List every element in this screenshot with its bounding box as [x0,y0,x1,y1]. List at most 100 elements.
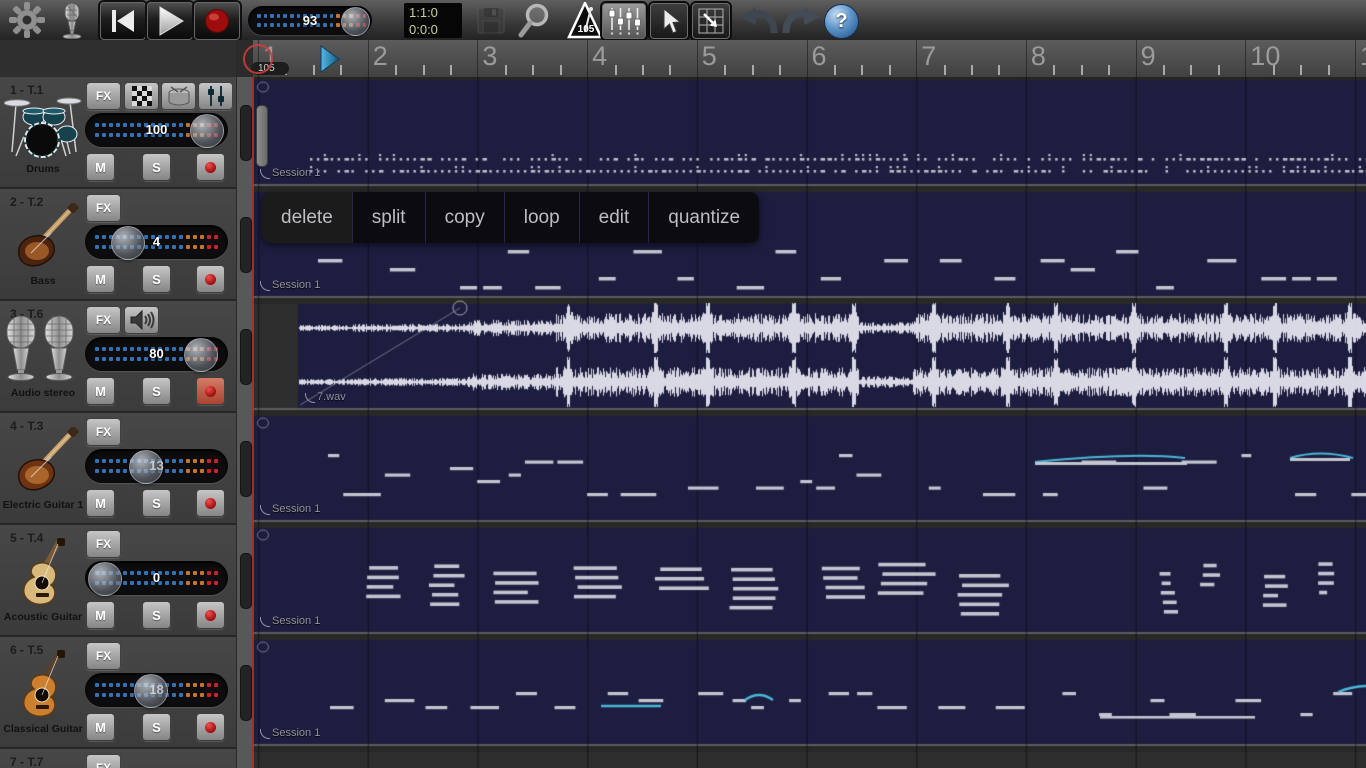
edit-cursor-line[interactable] [252,77,254,768]
timeline-ruler[interactable]: 1234567891011 [253,40,1366,78]
track-scroll-handle[interactable] [240,329,252,385]
clip-label-text: Session 1 [272,727,320,739]
fx-button[interactable]: FX [86,642,121,670]
solo-button[interactable]: S [142,489,171,517]
settings-gear-icon[interactable] [6,1,48,39]
solo-button[interactable]: S [142,601,171,629]
fx-button[interactable]: FX [86,418,121,446]
rewind-button[interactable] [100,2,146,40]
track-row-5[interactable]: 5 - T.4 Acoustic Guitar FX 0 M S [0,525,236,637]
help-button[interactable]: ? [824,4,859,39]
record-arm-button[interactable] [196,153,225,181]
redo-button[interactable] [781,4,823,36]
pattern-grid-button[interactable] [124,82,159,110]
track-row-6[interactable]: 6 - T.5 Classical Guitar FX 18 M S [0,637,236,749]
track-volume-slider[interactable]: 4 [85,225,228,259]
record-arm-button[interactable] [196,377,225,405]
track-row-7[interactable]: 7 - T.7 FX [0,749,236,768]
track-volume-knob[interactable] [134,674,168,708]
record-arm-button[interactable] [196,265,225,293]
arrange-area[interactable]: Session 1 Session 1 7.wav Session 1 Sess… [253,77,1366,768]
master-volume-knob[interactable] [341,7,370,36]
track-row-1[interactable]: 1 - T.1 Drums FX 100 M S [0,77,236,189]
mixer-button[interactable] [602,3,646,39]
fx-button[interactable]: FX [86,82,121,110]
mute-button[interactable]: M [86,601,115,629]
master-volume-slider[interactable]: 93 [248,6,372,35]
solo-button[interactable]: S [142,377,171,405]
cursor-tool-button[interactable] [650,3,688,39]
menu-item-copy[interactable]: copy [426,192,505,243]
undo-button[interactable] [737,4,779,36]
menu-item-quantize[interactable]: quantize [649,192,759,243]
track-volume-slider[interactable]: 18 [85,673,228,707]
track-volume-slider[interactable]: 100 [85,113,228,147]
track-scroll-handle[interactable] [240,441,252,497]
track-instrument-image [2,541,84,609]
vertical-scrollbar-thumb[interactable] [256,105,268,167]
track-scroll-handle[interactable] [240,105,252,161]
track-volume-knob[interactable] [111,226,145,260]
mute-button[interactable]: M [86,489,115,517]
speaker-button[interactable] [124,306,159,334]
track-scroll-handle[interactable] [240,217,252,273]
mute-button[interactable]: M [86,265,115,293]
ruler-tick [998,65,1000,75]
menu-item-edit[interactable]: edit [580,192,650,243]
record-arm-button[interactable] [196,713,225,741]
track-volume-knob[interactable] [129,450,163,484]
save-button[interactable] [474,6,508,35]
track-volume-knob[interactable] [190,114,224,148]
menu-item-split[interactable]: split [353,192,426,243]
grid-select-tool-button[interactable] [692,3,730,39]
clip-label-curve-icon [260,505,270,515]
play-cursor[interactable] [320,45,340,78]
timeline-clip-track4[interactable] [253,416,1366,520]
track-volume-slider[interactable]: 13 [85,449,228,483]
bar-number: 11 [1360,41,1366,72]
solo-button[interactable]: S [142,713,171,741]
record-arm-button[interactable] [196,489,225,517]
timeline-clip-track3[interactable] [253,304,1366,408]
solo-button[interactable]: S [142,265,171,293]
play-button[interactable] [147,2,193,40]
record-arm-button[interactable] [196,601,225,629]
track-instrument-image [2,317,84,385]
track-volume-knob[interactable] [88,562,122,596]
bar-line [916,40,917,77]
timeline-clip-track5[interactable] [253,528,1366,632]
track-volume-slider[interactable]: 0 [85,561,228,595]
track-volume-knob[interactable] [184,338,218,372]
time-display: 1:1:0 0:0:0 [404,3,462,38]
ruler-tick [724,65,726,75]
mute-button[interactable]: M [86,153,115,181]
track-row-3[interactable]: 3 - T.6 Audio stereo FX 80 M S [0,301,236,413]
zoom-button[interactable] [514,3,554,38]
fx-button[interactable]: FX [86,194,121,222]
microphone-button[interactable] [54,1,90,39]
menu-item-delete[interactable]: delete [262,192,353,243]
loop-marker-circle[interactable] [243,44,273,74]
drum-pad-button[interactable] [161,82,196,110]
timeline-clip-track1[interactable] [253,80,1366,184]
mute-button[interactable]: M [86,377,115,405]
track-volume-slider[interactable]: 80 [85,337,228,371]
fx-button[interactable]: FX [86,306,121,334]
grid-arrow-icon [697,7,725,35]
clip-label: Session 1 [260,167,320,179]
fx-button[interactable]: FX [86,530,121,558]
record-button[interactable] [194,2,240,40]
track-row-2[interactable]: 2 - T.2 Bass FX 4 M S [0,189,236,301]
timeline-clip-track6[interactable] [253,640,1366,744]
track-scroll-handle[interactable] [240,553,252,609]
track-row-4[interactable]: 4 - T.3 Electric Guitar 1 FX 13 M S [0,413,236,525]
fx-button[interactable]: FX [86,754,121,768]
menu-item-loop[interactable]: loop [505,192,580,243]
mute-button[interactable]: M [86,713,115,741]
ruler-tick [642,65,644,75]
track-scroll-handle[interactable] [240,665,252,721]
microphone-icon [57,1,87,39]
solo-button[interactable]: S [142,153,171,181]
channel-sliders-button[interactable] [198,82,233,110]
cursor-arrow-icon [656,7,682,35]
